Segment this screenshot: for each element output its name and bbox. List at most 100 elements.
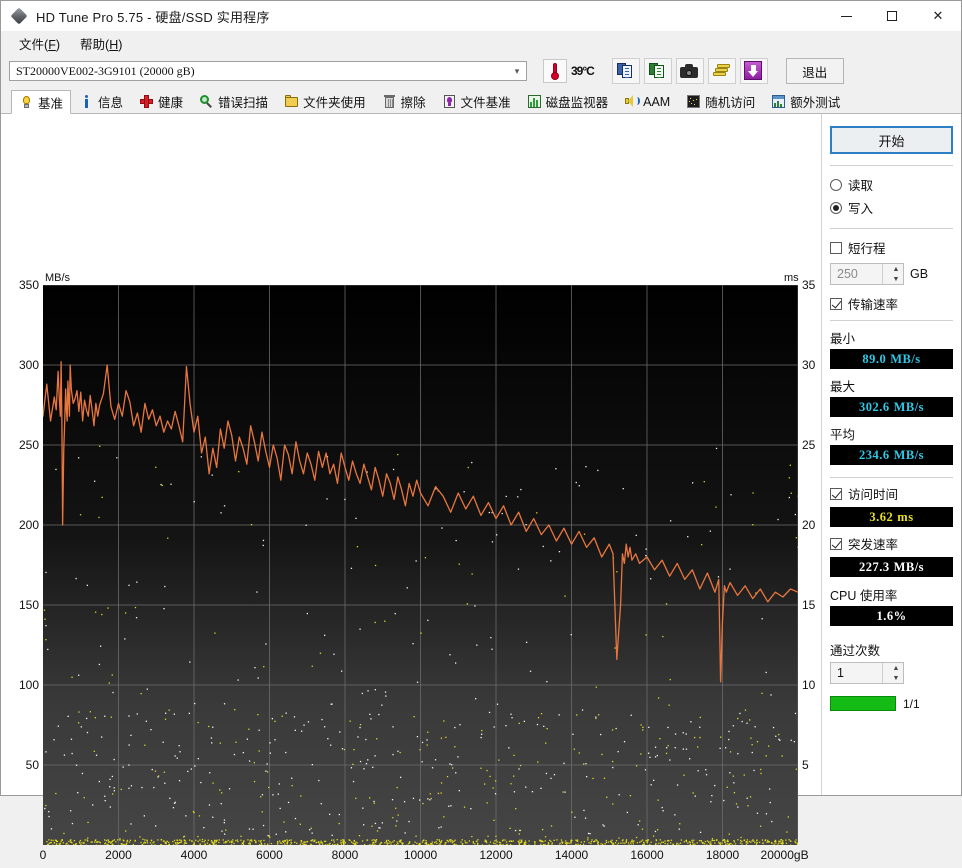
plot-area	[43, 285, 798, 845]
divider	[830, 228, 953, 229]
menu-help[interactable]: 帮助(H)	[70, 31, 132, 56]
app-icon	[11, 7, 29, 25]
checkbox-transfer-rate-input[interactable]	[830, 298, 842, 310]
short-stroke-size-row: 250 ▲ ▼ GB	[830, 263, 953, 285]
avg-unit: MB/s	[894, 448, 924, 463]
x-axis-tick: 6000	[256, 848, 283, 862]
copy-to-excel-button[interactable]	[644, 58, 672, 84]
min-label: 最小	[830, 328, 953, 347]
trash-bin-icon	[382, 94, 397, 109]
tab-label: 文件夹使用	[303, 92, 366, 111]
x-axis-tick: 16000	[630, 848, 663, 862]
thermometer-icon	[543, 59, 567, 83]
file-benchmark-icon	[442, 94, 457, 109]
tab-health[interactable]: 健康	[131, 89, 191, 113]
tab-label: 基准	[38, 93, 63, 112]
lightbulb-icon	[19, 95, 34, 110]
tab-bar: 基准 信息 健康 错误扫描 文件夹使用 擦除 文件基准 磁盘监视器	[1, 87, 961, 114]
tab-label: 文件基准	[461, 92, 511, 111]
copy-to-clipboard-button[interactable]	[612, 58, 640, 84]
tab-label: 额外测试	[790, 92, 840, 111]
burst-rate-box: 227.3 MB/s	[830, 557, 953, 577]
tab-label: 信息	[98, 92, 123, 111]
stepper-down-icon[interactable]: ▼	[889, 673, 903, 683]
extra-chart-icon	[771, 94, 786, 109]
cards-button[interactable]	[708, 58, 736, 84]
tab-benchmark[interactable]: 基准	[11, 90, 71, 114]
checkbox-burst-rate[interactable]: 突发速率	[830, 534, 953, 553]
access-time-unit: ms	[897, 510, 913, 525]
speaker-icon	[624, 94, 639, 109]
close-icon: ✕	[933, 8, 944, 24]
cpu-usage-box: 1.6%	[830, 606, 953, 626]
y2-axis-unit-label: ms	[784, 272, 799, 284]
max-value-box: 302.6 MB/s	[830, 397, 953, 417]
tab-random-access[interactable]: 随机访问	[678, 89, 763, 113]
stepper-up-icon[interactable]: ▲	[889, 264, 903, 274]
tab-extra-tests[interactable]: 额外测试	[763, 89, 848, 113]
y-axis-tick: 350	[19, 278, 39, 292]
tab-label: 健康	[158, 92, 183, 111]
menu-file[interactable]: 文件(F)	[9, 31, 70, 56]
magnifier-icon	[199, 94, 214, 109]
checkbox-short-stroke-input[interactable]	[830, 242, 842, 254]
x-axis-ticks: 0200040006000800010000120001400016000180…	[1, 848, 823, 868]
tab-erase[interactable]: 擦除	[374, 89, 434, 113]
y2-axis-tick: 15	[802, 598, 815, 612]
avg-value: 234.6	[859, 448, 890, 463]
y-axis-tick: 50	[26, 758, 39, 772]
screenshot-button[interactable]	[676, 58, 704, 84]
y-axis-tick: 250	[19, 438, 39, 452]
cpu-usage-value: 1.6%	[876, 609, 906, 624]
short-stroke-size-value: 250	[831, 267, 858, 281]
checkbox-access-time-input[interactable]	[830, 488, 842, 500]
tab-disk-monitor[interactable]: 磁盘监视器	[519, 89, 617, 113]
x-axis-tick: 18000	[706, 848, 739, 862]
red-cross-icon	[139, 94, 154, 109]
checkbox-burst-rate-input[interactable]	[830, 538, 842, 550]
radio-read-input[interactable]	[830, 179, 842, 191]
tab-aam[interactable]: AAM	[616, 89, 678, 113]
maximize-button[interactable]	[869, 1, 915, 31]
exit-button[interactable]: 退出	[786, 58, 844, 84]
copy-excel-icon	[645, 59, 671, 83]
main-content: MB/s ms 50100150200250300350 51015202530…	[1, 114, 961, 795]
checkbox-transfer-rate[interactable]: 传输速率	[830, 294, 953, 313]
radio-write-input[interactable]	[830, 202, 842, 214]
radio-read[interactable]: 读取	[830, 175, 953, 194]
checkbox-access-time-label: 访问时间	[848, 484, 898, 503]
tab-error-scan[interactable]: 错误扫描	[191, 89, 276, 113]
checkbox-short-stroke[interactable]: 短行程	[830, 238, 953, 257]
y-axis-ticks: 50100150200250300350	[1, 285, 39, 845]
cpu-usage-label: CPU 使用率	[830, 585, 953, 604]
burst-rate-unit: MB/s	[894, 560, 924, 575]
close-button[interactable]: ✕	[915, 1, 961, 31]
drive-select[interactable]: ST20000VE002-3G9101 (20000 gB) ▾	[9, 61, 527, 81]
tab-info[interactable]: 信息	[71, 89, 131, 113]
tab-folder-usage[interactable]: 文件夹使用	[276, 89, 374, 113]
checkbox-short-stroke-label: 短行程	[848, 238, 886, 257]
stepper-down-icon[interactable]: ▼	[889, 274, 903, 284]
checkbox-burst-rate-label: 突发速率	[848, 534, 898, 553]
save-button[interactable]	[740, 58, 768, 84]
radio-write[interactable]: 写入	[830, 198, 953, 217]
minimize-button[interactable]	[823, 1, 869, 31]
divider	[830, 165, 953, 166]
toolbar: ST20000VE002-3G9101 (20000 gB) ▾ 39°C	[1, 55, 961, 87]
stepper-arrows[interactable]: ▲ ▼	[882, 264, 903, 284]
x-axis-tick: 8000	[332, 848, 359, 862]
tab-label: 随机访问	[705, 92, 755, 111]
x-axis-tick: 0	[40, 848, 47, 862]
checkbox-access-time[interactable]: 访问时间	[830, 484, 953, 503]
divider	[830, 320, 953, 321]
bar-chart-icon	[527, 94, 542, 109]
start-button[interactable]: 开始	[830, 126, 953, 154]
stepper-arrows[interactable]: ▲ ▼	[882, 663, 903, 683]
stepper-up-icon[interactable]: ▲	[889, 663, 903, 673]
tab-file-benchmark[interactable]: 文件基准	[434, 89, 519, 113]
settings-panel: 开始 读取 写入 短行程 250 ▲ ▼	[821, 114, 961, 795]
x-axis-tick: 2000	[105, 848, 132, 862]
short-stroke-size-stepper[interactable]: 250 ▲ ▼	[830, 263, 904, 285]
x-axis-tick: 10000	[404, 848, 437, 862]
cards-icon	[709, 59, 735, 83]
